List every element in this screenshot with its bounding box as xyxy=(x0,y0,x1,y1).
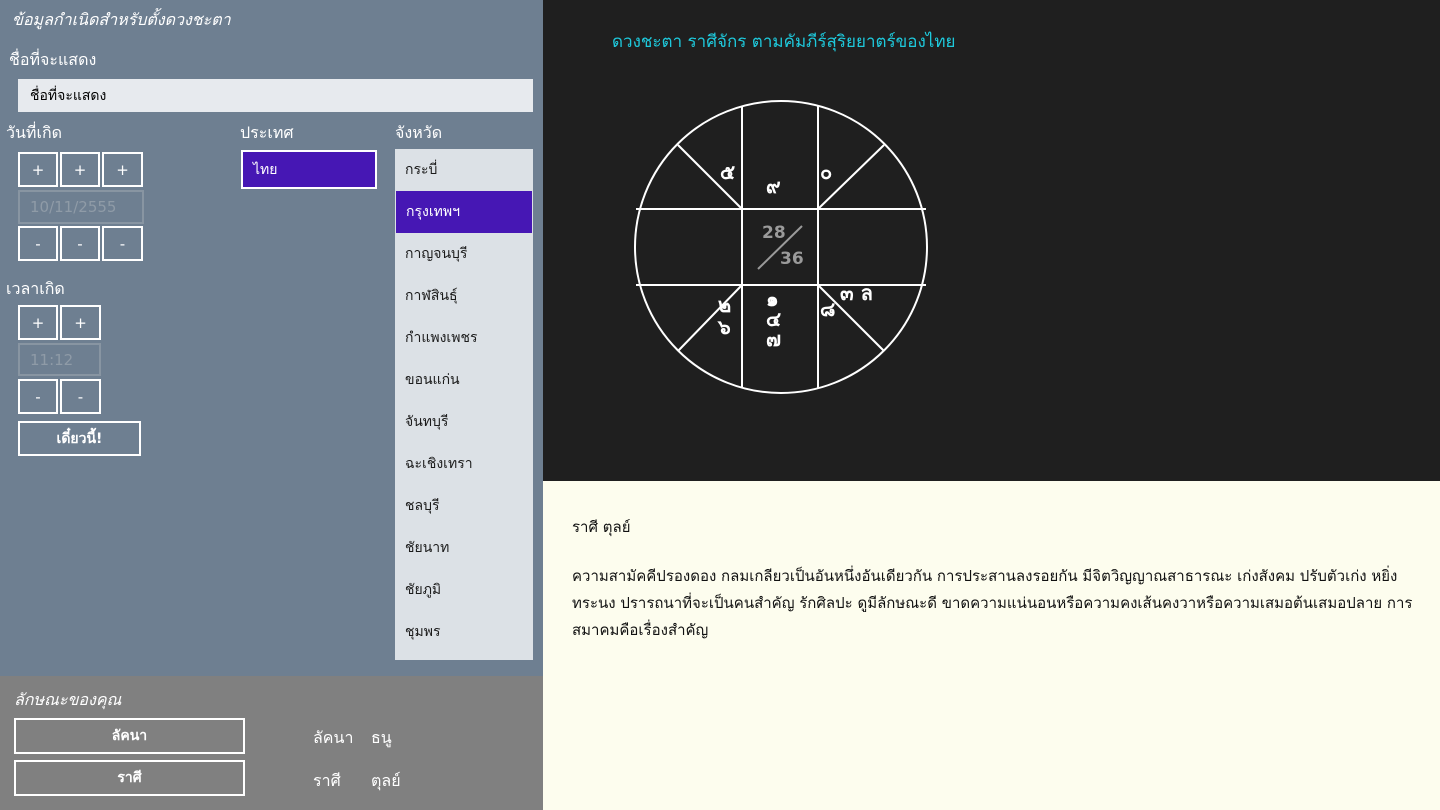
birthtime-label: เวลาเกิด xyxy=(6,279,65,298)
province-list-item[interactable]: ชุมพร xyxy=(395,611,533,653)
house-label: ๗ xyxy=(766,327,781,351)
hour-increment-button[interactable]: + xyxy=(18,305,58,340)
traits-title: ลักษณะของคุณ xyxy=(14,690,122,709)
house-label: ๐ xyxy=(820,160,832,184)
month-decrement-button[interactable]: - xyxy=(60,226,100,261)
day-increment-button[interactable]: + xyxy=(18,152,58,187)
rasi-label: ราศี xyxy=(313,771,341,790)
year-increment-button[interactable]: + xyxy=(102,152,143,187)
province-list-item[interactable]: กาญจนบุรี xyxy=(395,233,533,275)
birthdate-label: วันที่เกิด xyxy=(6,123,63,142)
name-input[interactable]: ชื่อที่จะแสดง xyxy=(18,79,533,112)
rasi-button[interactable]: ราศี xyxy=(14,760,245,796)
province-list-item[interactable]: จันทบุรี xyxy=(395,401,533,443)
province-list-item[interactable]: ขอนแก่น xyxy=(395,359,533,401)
house-label: ๘ xyxy=(820,297,835,321)
province-label: จังหวัด xyxy=(395,123,443,142)
province-list-item[interactable]: กรุงเทพฯ xyxy=(396,191,532,233)
rasi-heading: ราศี ตุลย์ xyxy=(572,518,631,536)
house-label: ๙ xyxy=(766,174,781,198)
chart-title: ดวงชะตา ราศีจักร ตามคัมภีร์สุริยยาตร์ของ… xyxy=(612,32,956,52)
rasi-description: ความสามัคคีปรองดอง กลมเกลียวเป็นอันหนึ่ง… xyxy=(572,567,1413,639)
year-decrement-button[interactable]: - xyxy=(102,226,143,261)
province-list[interactable]: กระบี่ กรุงเทพฯ กาญจนบุรี กาฬสินธุ์ กำแพงเพช… xyxy=(395,149,533,660)
day-decrement-button[interactable]: - xyxy=(18,226,58,261)
house-label: ๒ xyxy=(718,293,731,317)
month-increment-button[interactable]: + xyxy=(60,152,100,187)
wheel-diag-ll xyxy=(677,284,743,352)
hour-decrement-button[interactable]: - xyxy=(18,379,58,414)
name-label: ชื่อที่จะแสดง xyxy=(9,50,97,69)
lagna-value: ธนู xyxy=(371,728,392,747)
province-list-item[interactable]: ชลบุรี xyxy=(395,485,533,527)
center-bottom-number: 36 xyxy=(780,249,804,269)
province-list-item[interactable]: กำแพงเพชร xyxy=(395,317,533,359)
province-list-item[interactable]: กระบี่ xyxy=(395,149,533,191)
center-top-number: 28 xyxy=(762,223,786,243)
province-list-item[interactable]: ฉะเชิงเทรา xyxy=(395,443,533,485)
minute-decrement-button[interactable]: - xyxy=(60,379,101,414)
lagna-label: ลัคนา xyxy=(313,728,354,747)
province-list-item[interactable]: ชัยนาท xyxy=(395,527,533,569)
rasi-value: ตุลย์ xyxy=(371,771,401,790)
lagna-button[interactable]: ลัคนา xyxy=(14,718,245,754)
house-label: ๓ ล xyxy=(840,281,873,305)
province-list-item[interactable]: ชัยภูมิ xyxy=(395,569,533,611)
form-title: ข้อมูลกำเนิดสำหรับตั้งดวงชะตา xyxy=(12,10,231,29)
birthdate-field[interactable]: 10/11/2555 xyxy=(18,190,144,224)
country-label: ประเทศ xyxy=(240,123,294,142)
house-label: ๖ xyxy=(717,315,731,339)
now-button[interactable]: เดี๋ยวนี้! xyxy=(18,421,141,456)
birthtime-field[interactable]: 11:12 xyxy=(18,343,101,376)
house-label: ๕ xyxy=(720,160,735,184)
minute-increment-button[interactable]: + xyxy=(60,305,101,340)
zodiac-wheel: ๕ ๙ ๐ ๒ ๖ ๑ ๔ ๗ ๘ ๓ ล 28 36 xyxy=(634,100,928,394)
province-list-item[interactable]: กาฬสินธุ์ xyxy=(395,275,533,317)
description-panel xyxy=(543,481,1440,810)
country-list-item[interactable]: ไทย xyxy=(241,150,377,189)
